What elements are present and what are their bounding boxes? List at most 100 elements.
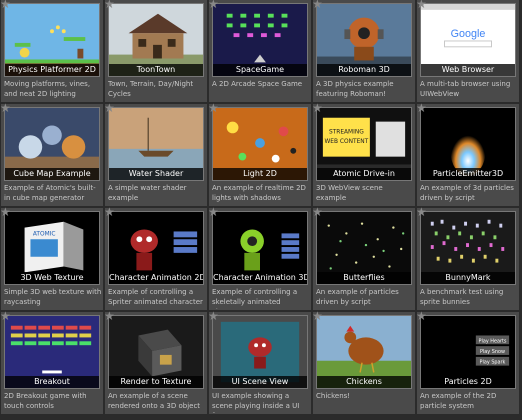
example-description: An example of realtime 2D lights with sh… (212, 184, 306, 202)
example-card-physics-platformer[interactable]: Physics Platformer 2D ★ Moving platforms… (0, 0, 103, 102)
favorite-star-icon[interactable]: ★ (104, 102, 116, 114)
example-title: BunnyMark (421, 272, 515, 284)
favorite-star-icon[interactable]: ★ (208, 310, 220, 322)
example-description: Moving platforms, vines, and neat 2D lig… (4, 80, 91, 98)
favorite-star-icon[interactable]: ★ (416, 102, 428, 114)
examples-grid: Physics Platformer 2D ★ Moving platforms… (0, 0, 522, 420)
favorite-star-icon[interactable]: ★ (0, 206, 12, 218)
rendertex-thumb[interactable]: Render to Texture (108, 315, 204, 389)
example-card-water-shader[interactable]: Water Shader ★ A simple water shader exa… (104, 102, 207, 206)
butterflies-thumb[interactable]: Butterflies (316, 211, 412, 285)
example-title: Roboman 3D (317, 64, 411, 76)
example-description: Chickens! (316, 392, 351, 400)
example-title: Atomic Drive-in (317, 168, 411, 180)
example-description: Example of controlling a Spriter animate… (108, 288, 203, 306)
example-card-chickens[interactable]: Chickens ★ Chickens! (312, 310, 415, 414)
example-description: Simple 3D web texture with raycasting (4, 288, 102, 306)
webtexture-thumb[interactable]: ATOMIC 3D Web Texture (4, 211, 100, 285)
example-description: An example of particles driven by script (316, 288, 399, 306)
example-card-ui-scene-view[interactable]: UI Scene View ★ UI example showing a sce… (208, 310, 311, 414)
example-title: Water Shader (109, 168, 203, 180)
example-card-roboman-3d[interactable]: Roboman 3D ★ A 3D physics example featur… (312, 0, 415, 102)
example-card-3d-web-texture[interactable]: ATOMIC 3D Web Texture ★ Simple 3D web te… (0, 206, 103, 310)
example-card-web-browser[interactable]: Google Web Browser ★ A multi-tab browser… (416, 0, 519, 102)
drive-in-sign-line1: STREAMING (329, 129, 364, 135)
favorite-star-icon[interactable]: ★ (416, 206, 428, 218)
example-card-render-to-texture[interactable]: Render to Texture ★ An example of a scen… (104, 310, 207, 414)
roboman-thumb[interactable]: Roboman 3D (316, 3, 412, 77)
example-card-atomic-drive-in[interactable]: STREAMING WEB CONTENT Atomic Drive-in ★ … (312, 102, 415, 206)
example-description: A simple water shader example (108, 184, 187, 202)
favorite-star-icon[interactable]: ★ (104, 206, 116, 218)
cubemap-thumb[interactable]: Cube Map Example (4, 107, 100, 181)
example-description: Example of Atomic's built-in cube map ge… (4, 184, 96, 202)
favorite-star-icon[interactable]: ★ (416, 310, 428, 322)
example-card-butterflies[interactable]: Butterflies ★ An example of particles dr… (312, 206, 415, 310)
example-card-breakout[interactable]: Breakout ★ 2D Breakout game with touch c… (0, 310, 103, 414)
example-title: ToonTown (109, 64, 203, 76)
favorite-star-icon[interactable]: ★ (0, 0, 12, 10)
bunnymark-thumb[interactable]: BunnyMark (420, 211, 516, 285)
favorite-star-icon[interactable]: ★ (208, 206, 220, 218)
example-card-particle-emitter-3d[interactable]: ParticleEmitter3D ★ An example of 3d par… (416, 102, 519, 206)
drive-in-sign-line2: WEB CONTENT (325, 139, 369, 145)
example-card-light-2d[interactable]: Light 2D ★ An example of realtime 2D lig… (208, 102, 311, 206)
toontown-thumb[interactable]: ToonTown (108, 3, 204, 77)
browser-thumb[interactable]: Google Web Browser (420, 3, 516, 77)
favorite-star-icon[interactable]: ★ (104, 310, 116, 322)
example-card-cube-map[interactable]: Cube Map Example ★ Example of Atomic's b… (0, 102, 103, 206)
example-title: Render to Texture (109, 376, 203, 388)
favorite-star-icon[interactable]: ★ (208, 0, 220, 10)
play-hearts-button[interactable]: Play Hearts (479, 338, 507, 344)
example-description: 3D WebView scene example (316, 184, 383, 202)
google-logo-text: Google (451, 28, 486, 40)
example-title: Cube Map Example (5, 168, 99, 180)
example-title: UI Scene View (213, 376, 307, 388)
breakout-thumb[interactable]: Breakout (4, 315, 100, 389)
light2d-thumb[interactable]: Light 2D (212, 107, 308, 181)
example-card-character-animation-3d[interactable]: Character Animation 3D ★ Example of cont… (208, 206, 311, 310)
example-title: Web Browser (421, 64, 515, 76)
example-card-particles-2d[interactable]: Play Hearts Play Snow Play Spark Particl… (416, 310, 519, 414)
example-title: Butterflies (317, 272, 411, 284)
example-card-toontown[interactable]: ToonTown ★ Town, Terrain, Day/Night Cycl… (104, 0, 207, 102)
example-title: ParticleEmitter3D (421, 168, 515, 180)
example-title: Particles 2D (421, 376, 515, 388)
favorite-star-icon[interactable]: ★ (312, 206, 324, 218)
play-snow-button[interactable]: Play Snow (480, 349, 505, 355)
atomic-logo-text: ATOMIC (33, 231, 56, 237)
particles2d-thumb[interactable]: Play Hearts Play Snow Play Spark Particl… (420, 315, 516, 389)
example-card-character-animation-2d[interactable]: Character Animation 2D ★ Example of cont… (104, 206, 207, 310)
example-description: An example of a scene rendered onto a 3D… (108, 392, 201, 410)
favorite-star-icon[interactable]: ★ (0, 310, 12, 322)
example-title: Physics Platformer 2D (5, 64, 99, 76)
example-description: A multi-tab browser using UIWebView (420, 80, 511, 98)
example-card-bunnymark[interactable]: BunnyMark ★ A benchmark test using sprit… (416, 206, 519, 310)
uiscene-thumb[interactable]: UI Scene View (212, 315, 308, 389)
example-title: SpaceGame (213, 64, 307, 76)
platformer-thumb[interactable]: Physics Platformer 2D (4, 3, 100, 77)
example-description: Town, Terrain, Day/Night Cycles (108, 80, 194, 98)
chickens-thumb[interactable]: Chickens (316, 315, 412, 389)
example-title: Character Animation 3D (213, 272, 307, 284)
charanim3d-thumb[interactable]: Character Animation 3D (212, 211, 308, 285)
favorite-star-icon[interactable]: ★ (208, 102, 220, 114)
favorite-star-icon[interactable]: ★ (312, 102, 324, 114)
spacegame-thumb[interactable]: SpaceGame (212, 3, 308, 77)
favorite-star-icon[interactable]: ★ (416, 0, 428, 10)
example-title: 3D Web Texture (5, 272, 99, 284)
water-thumb[interactable]: Water Shader (108, 107, 204, 181)
favorite-star-icon[interactable]: ★ (0, 102, 12, 114)
favorite-star-icon[interactable]: ★ (312, 0, 324, 10)
example-title: Chickens (317, 376, 411, 388)
example-description: UI example showing a scene playing insid… (212, 392, 300, 413)
drivein-thumb[interactable]: STREAMING WEB CONTENT Atomic Drive-in (316, 107, 412, 181)
example-description: Example of controlling a skeletally anim… (212, 288, 298, 309)
favorite-star-icon[interactable]: ★ (312, 310, 324, 322)
particle3d-thumb[interactable]: ParticleEmitter3D (420, 107, 516, 181)
example-title: Breakout (5, 376, 99, 388)
charanim2d-thumb[interactable]: Character Animation 2D (108, 211, 204, 285)
example-card-spacegame[interactable]: SpaceGame ★ A 2D Arcade Space Game (208, 0, 311, 102)
play-spark-button[interactable]: Play Spark (480, 360, 506, 366)
favorite-star-icon[interactable]: ★ (104, 0, 116, 10)
